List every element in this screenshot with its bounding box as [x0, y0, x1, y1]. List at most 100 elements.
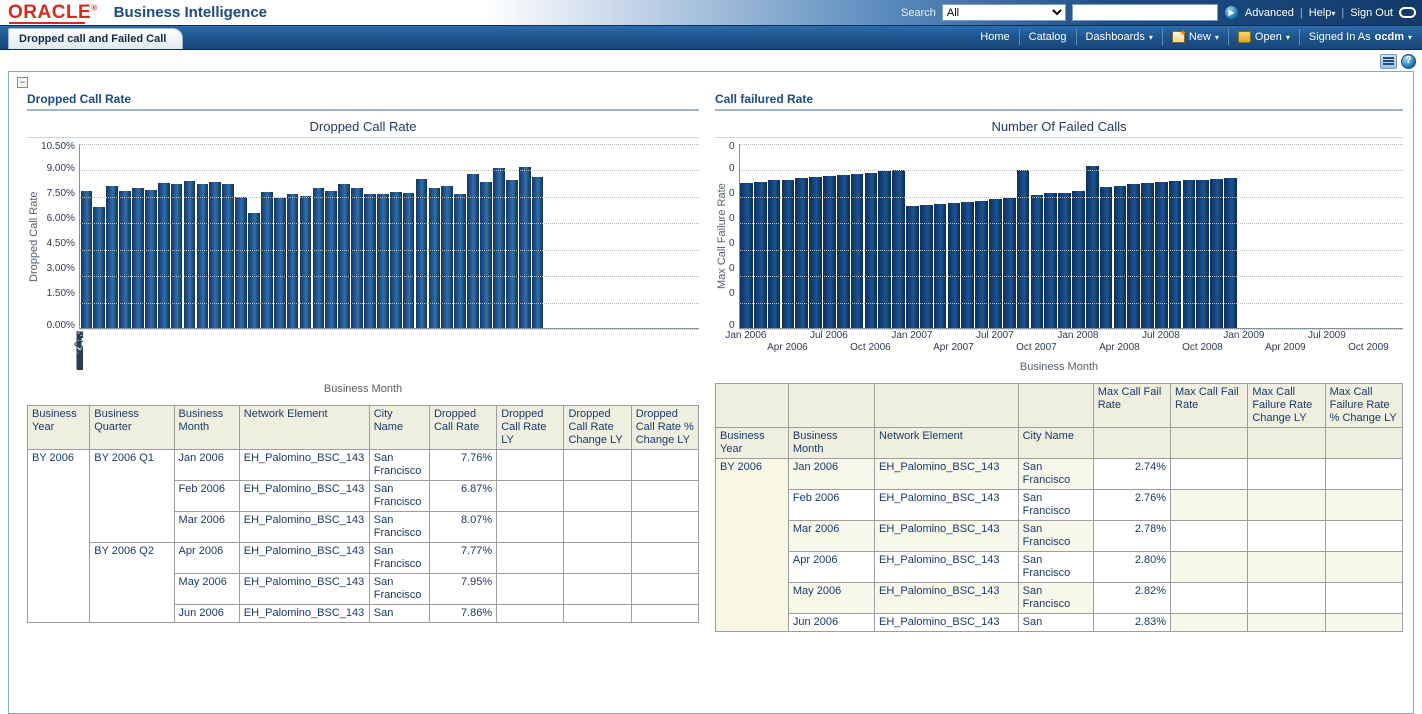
cell-business-month[interactable]: Feb 2006: [788, 489, 874, 520]
cell-city-name[interactable]: San Francisco: [1018, 458, 1093, 489]
cell-business-year[interactable]: BY 2006: [28, 449, 90, 480]
cell-business-month[interactable]: Feb 2006: [174, 480, 239, 511]
cell-business-month[interactable]: Jun 2006: [788, 613, 874, 631]
search-input[interactable]: [1072, 4, 1218, 21]
bar[interactable]: [287, 194, 299, 328]
cell-business-month[interactable]: May 2006: [174, 573, 239, 604]
bar[interactable]: [351, 188, 363, 328]
bar[interactable]: [81, 191, 93, 328]
bar[interactable]: [1141, 183, 1154, 328]
bar[interactable]: [1210, 179, 1223, 328]
bar[interactable]: [1058, 193, 1071, 329]
bar[interactable]: [429, 188, 441, 328]
dashboard-page-tab[interactable]: Dropped call and Failed Call: [8, 28, 183, 49]
cell-city-name[interactable]: San Francisco: [369, 542, 429, 573]
nav-dashboards[interactable]: Dashboards▾: [1077, 29, 1163, 45]
cell-city-name[interactable]: San: [1018, 613, 1093, 631]
bar[interactable]: [768, 180, 781, 328]
bar[interactable]: [795, 178, 808, 328]
nav-open[interactable]: Open▾: [1229, 29, 1300, 45]
col-network-element[interactable]: Network Element: [875, 427, 1019, 458]
col-city-name[interactable]: City Name: [369, 406, 429, 450]
grp-max-call-failure-rate-pct-change-ly[interactable]: Max Call Failure Rate % Change LY: [1325, 384, 1402, 428]
nav-catalog[interactable]: Catalog: [1020, 29, 1077, 45]
collapse-toggle-icon[interactable]: −: [17, 77, 28, 88]
bar[interactable]: [506, 180, 518, 328]
cell-business-month[interactable]: Apr 2006: [788, 551, 874, 582]
help-circle-icon[interactable]: ?: [1401, 54, 1416, 69]
cell-business-quarter[interactable]: [90, 480, 174, 511]
cell-business-year[interactable]: [716, 551, 789, 582]
bar[interactable]: [989, 199, 1002, 328]
cell-city-name[interactable]: San Francisco: [369, 511, 429, 542]
bar[interactable]: [1155, 182, 1168, 328]
bar[interactable]: [441, 186, 453, 328]
bar[interactable]: [209, 182, 221, 328]
cell-network-element[interactable]: EH_Palomino_BSC_143: [875, 458, 1019, 489]
cell-city-name[interactable]: San Francisco: [369, 449, 429, 480]
grp-max-call-failure-rate-change-ly[interactable]: Max Call Failure Rate Change LY: [1248, 384, 1325, 428]
cell-business-year[interactable]: [716, 582, 789, 613]
bar[interactable]: [158, 183, 170, 328]
bar[interactable]: [364, 194, 376, 328]
col-city-name[interactable]: City Name: [1018, 427, 1093, 458]
cell-city-name[interactable]: San Francisco: [369, 573, 429, 604]
bar[interactable]: [403, 193, 415, 328]
bar[interactable]: [1031, 195, 1044, 328]
right-table-container[interactable]: Max Call Fail Rate Max Call Fail Rate Ma…: [715, 383, 1403, 632]
cell-city-name[interactable]: San Francisco: [1018, 489, 1093, 520]
number-of-failed-calls-chart[interactable]: Number Of Failed Calls Max Call Failure …: [715, 117, 1403, 373]
bar[interactable]: [454, 194, 466, 328]
bar[interactable]: [782, 180, 795, 328]
bar[interactable]: [377, 194, 389, 328]
bar[interactable]: [184, 181, 196, 328]
bar[interactable]: [171, 184, 183, 328]
bar[interactable]: [934, 204, 947, 328]
cell-business-quarter[interactable]: [90, 511, 174, 542]
bar[interactable]: [197, 184, 209, 328]
grp-max-call-fail-rate[interactable]: Max Call Fail Rate: [1093, 384, 1170, 428]
bar[interactable]: [325, 191, 337, 328]
cell-network-element[interactable]: EH_Palomino_BSC_143: [875, 582, 1019, 613]
bar[interactable]: [416, 179, 428, 328]
cell-network-element[interactable]: EH_Palomino_BSC_143: [239, 542, 369, 573]
cell-city-name[interactable]: San Francisco: [1018, 520, 1093, 551]
col-business-month[interactable]: Business Month: [788, 427, 874, 458]
bar[interactable]: [261, 192, 273, 328]
cell-network-element[interactable]: EH_Palomino_BSC_143: [875, 551, 1019, 582]
search-scope-select[interactable]: All: [942, 4, 1066, 21]
cell-business-month[interactable]: May 2006: [788, 582, 874, 613]
cell-business-year[interactable]: [28, 480, 90, 511]
nav-new[interactable]: New▾: [1163, 29, 1229, 45]
bar[interactable]: [532, 177, 544, 328]
cell-business-year[interactable]: [716, 613, 789, 631]
help-menu-link[interactable]: Help▾: [1309, 7, 1336, 19]
bar[interactable]: [1003, 198, 1016, 328]
cell-business-quarter[interactable]: BY 2006 Q2: [90, 542, 174, 573]
advanced-link[interactable]: Advanced: [1245, 7, 1294, 19]
cell-business-year[interactable]: BY 2006: [716, 458, 789, 489]
cell-network-element[interactable]: EH_Palomino_BSC_143: [239, 511, 369, 542]
cell-business-month[interactable]: Jun 2006: [174, 604, 239, 622]
bar[interactable]: [338, 184, 350, 328]
bar[interactable]: [1196, 180, 1209, 328]
bar[interactable]: [145, 190, 157, 328]
cell-business-quarter[interactable]: BY 2006 Q1: [90, 449, 174, 480]
bar[interactable]: [1072, 191, 1085, 328]
cell-business-year[interactable]: [28, 542, 90, 573]
bar[interactable]: [519, 167, 531, 328]
bar[interactable]: [740, 183, 753, 328]
bar[interactable]: [248, 213, 260, 328]
col-business-year[interactable]: Business Year: [28, 406, 90, 450]
col-dropped-call-rate[interactable]: Dropped Call Rate: [429, 406, 496, 450]
bar[interactable]: [809, 177, 822, 328]
dropped-call-rate-chart[interactable]: Dropped Call Rate Dropped Call Rate 10.5…: [27, 117, 699, 395]
cell-business-month[interactable]: Jan 2006: [174, 449, 239, 480]
cell-business-month[interactable]: Apr 2006: [174, 542, 239, 573]
bar[interactable]: [1086, 166, 1099, 328]
nav-signed-in-as[interactable]: Signed In Asocdm▾: [1300, 29, 1414, 45]
col-dropped-call-rate-ly[interactable]: Dropped Call Rate LY: [497, 406, 564, 450]
cell-city-name[interactable]: San Francisco: [369, 480, 429, 511]
cell-business-year[interactable]: [28, 573, 90, 604]
bar[interactable]: [106, 186, 118, 328]
